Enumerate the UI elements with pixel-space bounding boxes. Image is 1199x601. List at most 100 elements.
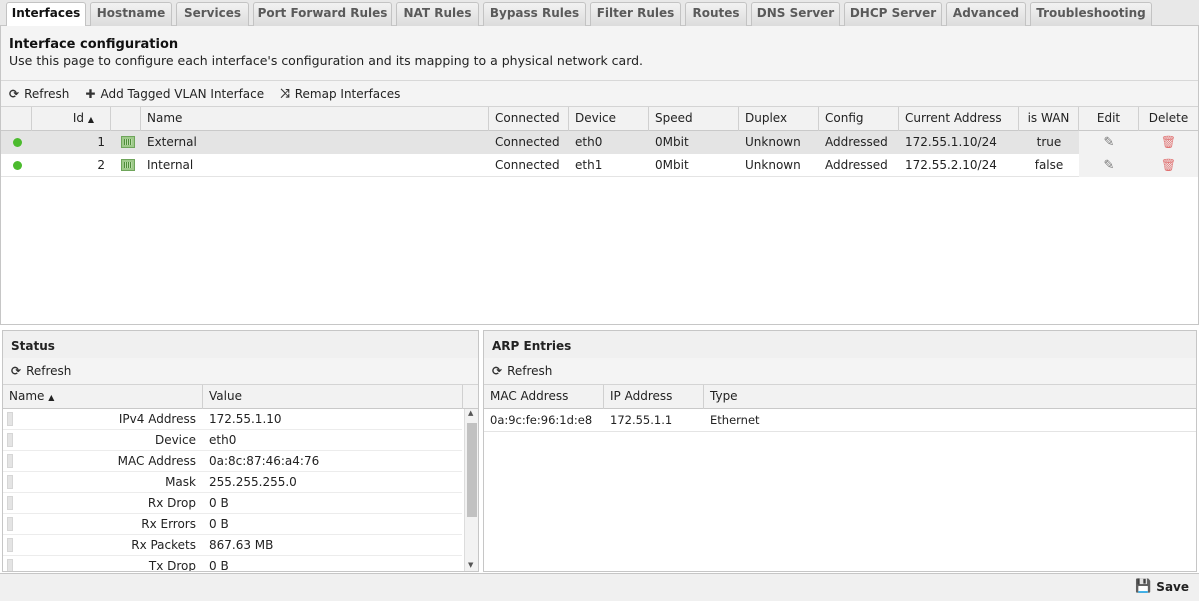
col-device[interactable]: Device <box>569 107 649 131</box>
refresh-label: Refresh <box>24 86 70 101</box>
status-value: 0 B <box>209 517 229 531</box>
row-name: Internal <box>147 158 194 172</box>
col-mac-address[interactable]: MAC Address <box>484 385 604 409</box>
tab-filter-rules[interactable]: Filter Rules <box>590 2 681 26</box>
tab-services[interactable]: Services <box>176 2 249 26</box>
status-scrollbar[interactable]: ▲ ▼ <box>464 409 478 571</box>
tab-troubleshooting[interactable]: Troubleshooting <box>1030 2 1152 26</box>
refresh-button[interactable]: ⟳ Refresh <box>1 83 77 105</box>
status-grid-header: Name ▲ Value <box>3 385 478 409</box>
page-title: Interface configuration <box>9 37 179 52</box>
list-item: Rx Packets 867.63 MB <box>3 535 462 556</box>
row-is-wan: true <box>1036 135 1062 149</box>
row-config: Addressed <box>825 158 888 172</box>
row-id: 2 <box>97 158 105 172</box>
tab-hostname[interactable]: Hostname <box>90 2 172 26</box>
col-speed[interactable]: Speed <box>649 107 739 131</box>
status-value: 0 B <box>209 559 229 571</box>
list-item: Rx Drop 0 B <box>3 493 462 514</box>
status-key: Rx Drop <box>147 496 196 510</box>
page-description: Use this page to configure each interfac… <box>9 53 644 68</box>
arp-type: Ethernet <box>710 413 760 427</box>
status-key: Mask <box>165 475 196 489</box>
row-connected: Connected <box>495 135 560 149</box>
add-vlan-button[interactable]: ✚ Add Tagged VLAN Interface <box>77 83 272 105</box>
col-name[interactable]: Name <box>141 107 489 131</box>
scroll-up-icon[interactable]: ▲ <box>468 409 473 417</box>
arp-panel: ARP Entries ⟳ Refresh MAC Address IP Add… <box>483 330 1197 572</box>
tab-bypass-rules[interactable]: Bypass Rules <box>483 2 586 26</box>
status-dot <box>13 138 22 147</box>
edit-button[interactable]: ✎ <box>1079 154 1139 177</box>
col-type[interactable]: Type <box>704 385 1196 409</box>
remap-interfaces-button[interactable]: ⤨ Remap Interfaces <box>272 83 408 105</box>
col-status-name[interactable]: Name ▲ <box>3 385 203 409</box>
tab-routes[interactable]: Routes <box>685 2 747 26</box>
list-item: Device eth0 <box>3 430 462 451</box>
tab-advanced[interactable]: Advanced <box>946 2 1026 26</box>
edit-button[interactable]: ✎ <box>1079 131 1139 154</box>
list-item: MAC Address 0a:8c:87:46:a4:76 <box>3 451 462 472</box>
col-duplex[interactable]: Duplex <box>739 107 819 131</box>
col-status-value[interactable]: Value <box>203 385 463 409</box>
tab-dhcp-server[interactable]: DHCP Server <box>844 2 942 26</box>
status-refresh-label: Refresh <box>26 364 72 378</box>
pencil-icon: ✎ <box>1103 158 1115 173</box>
status-value: eth0 <box>209 433 237 447</box>
status-key: MAC Address <box>117 454 196 468</box>
plus-icon: ✚ <box>85 86 96 101</box>
delete-button[interactable]: 🗑 <box>1139 131 1198 154</box>
status-value: 0a:8c:87:46:a4:76 <box>209 454 320 468</box>
row-config: Addressed <box>825 135 888 149</box>
status-value: 172.55.1.10 <box>209 412 282 426</box>
col-status <box>1 107 32 131</box>
status-key: Device <box>154 433 196 447</box>
status-key: Tx Drop <box>148 559 196 571</box>
list-item: Tx Drop 0 B <box>3 556 462 571</box>
delete-button[interactable]: 🗑 <box>1139 154 1198 177</box>
sort-asc-icon: ▲ <box>87 115 94 124</box>
tab-nat-rules[interactable]: NAT Rules <box>396 2 479 26</box>
status-key: Rx Packets <box>131 538 196 552</box>
arp-mac: 0a:9c:fe:96:1d:e8 <box>490 413 593 427</box>
list-item: Rx Errors 0 B <box>3 514 462 535</box>
tab-interfaces[interactable]: Interfaces <box>6 2 86 27</box>
scroll-down-icon[interactable]: ▼ <box>468 561 473 569</box>
status-value: 255.255.255.0 <box>209 475 297 489</box>
col-status-name-label: Name <box>9 389 45 403</box>
save-label: Save <box>1156 579 1189 594</box>
sort-asc-icon: ▲ <box>48 393 55 402</box>
tab-port-forward-rules[interactable]: Port Forward Rules <box>253 2 392 26</box>
status-refresh-button[interactable]: ⟳ Refresh <box>3 360 79 382</box>
table-row[interactable]: 0a:9c:fe:96:1d:e8 172.55.1.1 Ethernet <box>484 409 1196 432</box>
interfaces-panel: Interface configuration Use this page to… <box>0 26 1199 325</box>
arp-refresh-button[interactable]: ⟳ Refresh <box>484 360 560 382</box>
col-connected[interactable]: Connected <box>489 107 569 131</box>
tab-dns-server[interactable]: DNS Server <box>751 2 840 26</box>
col-delete: Delete <box>1148 111 1189 125</box>
scrollbar-thumb[interactable] <box>467 423 477 517</box>
row-is-wan: false <box>1034 158 1064 172</box>
status-title: Status <box>3 331 478 361</box>
list-item: Mask 255.255.255.0 <box>3 472 462 493</box>
row-duplex: Unknown <box>745 158 801 172</box>
col-config[interactable]: Config <box>819 107 899 131</box>
row-address: 172.55.1.10/24 <box>905 135 997 149</box>
row-address: 172.55.2.10/24 <box>905 158 997 172</box>
refresh-icon: ⟳ <box>11 364 22 378</box>
tab-bar: Interfaces Hostname Services Port Forwar… <box>0 0 1199 27</box>
floppy-icon: 💾 <box>1135 579 1152 594</box>
trash-icon: 🗑 <box>1160 158 1177 172</box>
col-current-address[interactable]: Current Address <box>899 107 1019 131</box>
row-duplex: Unknown <box>745 135 801 149</box>
table-row[interactable]: 2 Internal Connected eth1 0Mbit Unknown … <box>1 154 1198 177</box>
col-id[interactable]: Id ▲ <box>32 107 111 131</box>
save-button[interactable]: 💾 Save <box>1135 579 1189 594</box>
arp-grid-header: MAC Address IP Address Type <box>484 385 1196 409</box>
network-card-icon <box>121 159 135 171</box>
col-edit: Edit <box>1079 107 1139 131</box>
col-ip-address[interactable]: IP Address <box>604 385 704 409</box>
table-row[interactable]: 1 External Connected eth0 0Mbit Unknown … <box>1 131 1198 154</box>
col-is-wan[interactable]: is WAN <box>1019 107 1079 131</box>
row-id: 1 <box>97 135 105 149</box>
